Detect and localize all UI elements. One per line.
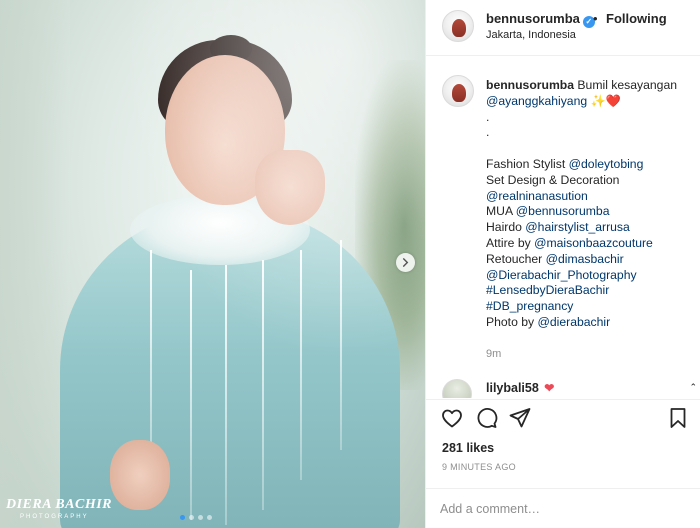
following-button[interactable]: Following [606, 11, 667, 26]
caption-line-prefix: Photo by [486, 314, 538, 329]
post-location[interactable]: Jakarta, Indonesia [486, 29, 576, 41]
author-avatar[interactable] [442, 10, 474, 42]
carousel-dot [207, 515, 212, 520]
caption-line: Hairdo @hairstylist_arrusa [486, 220, 630, 234]
caption-mention[interactable]: @hairstylist_arrusa [525, 220, 630, 234]
caption-mention[interactable]: @maisonbaazcouture [534, 236, 653, 250]
caption-line-prefix: Attire by [486, 235, 535, 250]
caption-text: bennusorumba Bumil kesayangan @ayanggkah… [486, 78, 691, 331]
caption-line: #DB_pregnancy [486, 299, 573, 313]
caption-emoji: ✨❤️ [590, 93, 621, 108]
caption-line: Set Design & Decoration [486, 173, 619, 187]
commenter-avatar[interactable] [442, 379, 472, 398]
photographer-watermark: DIERA BACHIR PHOTOGRAPHY [6, 497, 112, 521]
caption-dot: . [486, 125, 490, 140]
caption-mention[interactable]: @ayanggkahiyang [486, 94, 587, 108]
author-username[interactable]: bennusorumba ✓ [486, 11, 595, 28]
post-actions-bar [426, 399, 700, 435]
chevron-right-icon [402, 258, 409, 267]
watermark-title: DIERA BACHIR [6, 497, 112, 512]
caption-first-line: Bumil kesayangan [577, 78, 678, 92]
caption-line: Attire by @maisonbaazcouture [486, 236, 653, 250]
share-icon [509, 408, 531, 428]
caption-mention[interactable]: @bennusorumba [516, 204, 610, 218]
like-count[interactable]: 281 likes [442, 441, 494, 455]
caption-timestamp[interactable]: 9m [486, 348, 501, 360]
heart-icon [442, 409, 462, 428]
carousel-indicator [180, 515, 212, 520]
carousel-dot [198, 515, 203, 520]
caption-line: @Dierabachir_Photography [486, 268, 637, 282]
caption-author-avatar[interactable] [442, 75, 474, 107]
caption-mention[interactable]: @dimasbachir [546, 252, 624, 266]
caption-line: Retoucher @dimasbachir [486, 252, 624, 266]
carousel-dot [180, 515, 185, 520]
commenter-username[interactable]: lilybali58 ❤ [486, 381, 554, 395]
author-username-text[interactable]: bennusorumba [486, 11, 580, 26]
caption-line: Photo by @dierabachir [486, 315, 610, 329]
post-caption: bennusorumba Bumil kesayangan @ayanggkah… [426, 57, 700, 369]
caption-mention[interactable]: @realninanasution [486, 189, 588, 203]
caption-mention[interactable]: @Dierabachir_Photography [486, 268, 637, 282]
caption-line-prefix: Retoucher [486, 251, 546, 266]
comment-heart-emoji: ❤ [544, 381, 555, 395]
share-button[interactable] [508, 406, 534, 432]
add-comment-input[interactable] [440, 499, 690, 519]
caption-line: MUA @bennusorumba [486, 204, 609, 218]
caption-username[interactable]: bennusorumba [486, 78, 574, 92]
post-photo[interactable]: DIERA BACHIR PHOTOGRAPHY [0, 0, 425, 528]
caption-line-prefix: Set Design & Decoration [486, 172, 620, 187]
caption-hashtag[interactable]: #DB_pregnancy [486, 299, 573, 313]
caption-line-prefix: MUA [486, 204, 516, 219]
post-header: bennusorumba ✓ • Following Jakarta, Indon… [426, 0, 700, 56]
caption-line: #LensedbyDieraBachir [486, 283, 609, 297]
post-side-panel: bennusorumba ✓ • Following Jakarta, Indon… [425, 0, 700, 528]
comment-row: lilybali58 ❤ ⌃ [426, 372, 700, 398]
watermark-subtitle: PHOTOGRAPHY [20, 514, 89, 520]
add-comment-bar [426, 488, 700, 528]
caption-hashtag[interactable]: #LensedbyDieraBachir [486, 283, 609, 297]
bookmark-icon [670, 408, 686, 428]
comment-more-icon[interactable]: ⌃ [689, 382, 697, 393]
caption-line-prefix: Fashion Stylist [486, 156, 569, 171]
caption-dot: . [486, 109, 490, 124]
comment-button[interactable] [474, 406, 500, 432]
post-timestamp[interactable]: 9 MINUTES AGO [442, 462, 516, 472]
caption-line: Fashion Stylist @doleytobing [486, 157, 643, 171]
carousel-next-button[interactable] [396, 253, 415, 272]
comment-icon [477, 408, 498, 428]
like-button[interactable] [440, 406, 466, 432]
commenter-username-text[interactable]: lilybali58 [486, 381, 539, 395]
save-button[interactable] [666, 406, 692, 432]
caption-line-prefix: Hairdo [486, 220, 526, 235]
header-separator: • [593, 11, 598, 26]
carousel-dot [189, 515, 194, 520]
caption-mention[interactable]: @doleytobing [569, 157, 644, 171]
caption-mention[interactable]: @dierabachir [538, 315, 611, 329]
photo-light-haze [0, 0, 425, 528]
caption-line: @realninanasution [486, 189, 588, 203]
